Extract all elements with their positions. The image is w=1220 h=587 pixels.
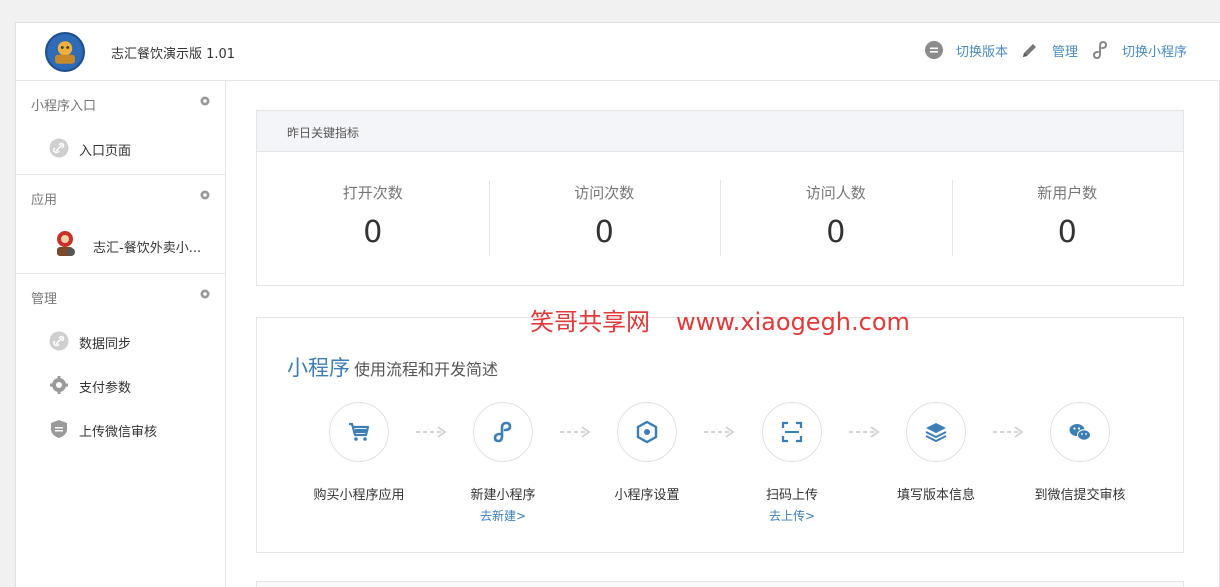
- switch-version-label: 切换版本: [955, 44, 1008, 60]
- flow-title: 小程序 使用流程和开发简述: [287, 352, 498, 382]
- sidebar: 小程序入口 入口页面 应用 志汇-餐饮外卖小... 管理 数据同步 支付参数 上…: [16, 81, 226, 587]
- section-title: 管理: [31, 292, 58, 307]
- switch-miniprogram-label: 切换小程序: [1121, 44, 1187, 60]
- kpi-value: 0: [594, 215, 614, 250]
- top-actions: 切换版本 管理 切换小程序: [924, 40, 1187, 60]
- sidebar-item-label: 志汇-餐饮外卖小...: [93, 241, 202, 256]
- kpi-value: 0: [1057, 215, 1077, 250]
- wechat-icon[interactable]: [1050, 402, 1110, 462]
- flow-step-buy: 购买小程序应用: [294, 402, 424, 503]
- switch-version-icon: [924, 40, 944, 60]
- flow-title-sub: 使用流程和开发简述: [354, 360, 499, 379]
- gear-icon[interactable]: [199, 189, 211, 201]
- link-icon: [1090, 40, 1110, 60]
- flow-step-settings: 小程序设置: [582, 402, 712, 503]
- kpi-label: 新用户数: [1037, 184, 1098, 202]
- kpi-panel: 昨日关键指标 打开次数 0 访问次数 0 访问人数 0 新用户数 0: [256, 110, 1184, 286]
- gear-icon[interactable]: [199, 95, 211, 107]
- link-icon: [49, 138, 69, 158]
- app-avatar-icon: [57, 231, 75, 256]
- link-icon: [49, 331, 69, 351]
- manage-label: 管理: [1051, 44, 1078, 60]
- sidebar-item-label: 支付参数: [79, 381, 132, 396]
- section-title: 小程序入口: [31, 99, 97, 114]
- kpi-label: 打开次数: [342, 184, 403, 202]
- cart-icon[interactable]: [329, 402, 389, 462]
- sidebar-item-label: 上传微信审核: [79, 425, 158, 440]
- scan-icon[interactable]: [762, 402, 822, 462]
- app-logo-avatar: [45, 32, 85, 72]
- sidebar-section-manage: 管理: [16, 274, 225, 320]
- gear-icon[interactable]: [199, 288, 211, 300]
- kpi-value: 0: [363, 215, 383, 250]
- sidebar-item-label: 数据同步: [79, 337, 132, 352]
- step-label: 填写版本信息: [896, 488, 975, 503]
- step-label: 到微信提交审核: [1034, 488, 1126, 503]
- sidebar-item-payment[interactable]: 支付参数: [16, 364, 225, 408]
- sidebar-item-entry-page[interactable]: 入口页面: [16, 127, 225, 171]
- kpi-label: 访问人数: [805, 184, 866, 202]
- flow-step-wechat-submit: 到微信提交审核: [1015, 402, 1145, 503]
- watermark: 笑哥共享网 www.xiaogegh.com: [530, 302, 910, 337]
- sidebar-item-data-sync[interactable]: 数据同步: [16, 320, 225, 364]
- gear-icon: [50, 376, 68, 394]
- sidebar-section-entry: 小程序入口: [16, 81, 225, 127]
- step-label: 新建小程序: [470, 488, 536, 503]
- kpi-row: 打开次数 0 访问次数 0 访问人数 0 新用户数 0: [257, 152, 1183, 284]
- app-title: 志汇餐饮演示版 1.01: [111, 47, 236, 62]
- watermark-text: 笑哥共享网: [530, 308, 650, 336]
- kpi-label: 访问次数: [574, 184, 635, 202]
- kpi-visitors: 访问人数 0: [720, 152, 952, 284]
- switch-miniprogram-button[interactable]: 切换小程序: [1084, 40, 1187, 60]
- flow-title-main: 小程序: [287, 356, 350, 380]
- layers-icon[interactable]: [906, 402, 966, 462]
- kpi-open-count: 打开次数 0: [257, 152, 489, 284]
- shield-icon: [51, 420, 67, 438]
- pencil-icon: [1020, 40, 1040, 60]
- sidebar-section-apps: 应用: [16, 175, 225, 221]
- flow-step-create: 新建小程序 去新建>: [438, 402, 568, 524]
- settings-hexagon-icon[interactable]: [617, 402, 677, 462]
- watermark-url: www.xiaogegh.com: [676, 308, 910, 336]
- flow-panel: 小程序 使用流程和开发简述 购买小程序应用 新建小程序 去新建> 小程序设置 扫…: [256, 317, 1184, 553]
- flow-step-scan: 扫码上传 去上传>: [727, 402, 857, 524]
- go-upload-link[interactable]: 去上传>: [727, 507, 857, 524]
- kpi-title: 昨日关键指标: [257, 111, 1183, 152]
- step-label: 小程序设置: [614, 488, 680, 503]
- switch-version-button[interactable]: 切换版本: [924, 40, 1008, 60]
- step-label: 扫码上传: [765, 488, 818, 503]
- kpi-new-users: 新用户数 0: [951, 152, 1184, 284]
- manage-button[interactable]: 管理: [1014, 40, 1078, 60]
- sidebar-item-app[interactable]: 志汇-餐饮外卖小...: [16, 221, 225, 273]
- sidebar-item-label: 入口页面: [79, 144, 132, 159]
- top-bar: 志汇餐饮演示版 1.01 切换版本 管理 切换小程序: [16, 23, 1220, 81]
- next-panel-edge: [256, 581, 1184, 587]
- kpi-visit-count: 访问次数 0: [488, 152, 721, 284]
- kpi-value: 0: [826, 215, 846, 250]
- mini-program-icon[interactable]: [473, 402, 533, 462]
- flow-step-version-info: 填写版本信息: [871, 402, 1001, 503]
- step-label: 购买小程序应用: [313, 488, 405, 503]
- go-create-link[interactable]: 去新建>: [438, 507, 568, 524]
- section-title: 应用: [31, 193, 58, 208]
- sidebar-item-wechat-review[interactable]: 上传微信审核: [16, 408, 225, 452]
